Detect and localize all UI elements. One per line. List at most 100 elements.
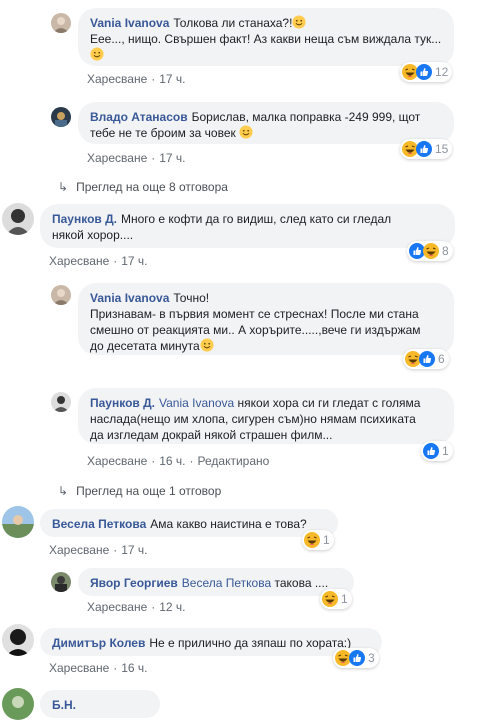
avatar-image-icon — [2, 624, 34, 656]
timestamp[interactable]: 16 ч. — [159, 454, 185, 468]
comment-actions: Харесване · 17 ч. — [49, 254, 148, 268]
smile-icon — [200, 338, 214, 352]
avatar[interactable] — [2, 688, 34, 720]
haha-icon — [304, 532, 320, 548]
comment-actions: Харесване · 16 ч. · Редактирано — [87, 454, 270, 468]
avatar-image-icon — [2, 203, 34, 235]
reactions-summary[interactable]: 8 — [407, 241, 453, 261]
comment-actions: Харесване · 17 ч. — [87, 72, 186, 86]
comment-actions: Харесване · 16 ч. — [49, 661, 148, 675]
timestamp[interactable]: 17 ч. — [121, 543, 147, 557]
timestamp[interactable]: 17 ч. — [159, 72, 185, 86]
avatar[interactable] — [51, 13, 71, 33]
comment-author[interactable]: Весела Петкова — [52, 517, 146, 531]
like-button[interactable]: Харесване — [87, 72, 147, 86]
avatar-image-icon — [51, 285, 71, 305]
mention-link[interactable]: Vania Ivanova — [159, 396, 234, 410]
like-button[interactable]: Харесване — [87, 151, 147, 165]
avatar[interactable] — [2, 506, 34, 538]
reaction-count: 8 — [442, 244, 449, 258]
comment-text-line: да изгледам докрай някой страшен филм... — [90, 428, 333, 442]
comment-text: такова .... — [274, 576, 329, 590]
view-more-replies-label: Преглед на още 1 отговор — [76, 484, 222, 498]
comment-text-line: Признавам- в първия момент се стреснах! … — [90, 307, 419, 321]
like-button[interactable]: Харесване — [87, 600, 147, 614]
comment-actions: Харесване · 17 ч. — [87, 151, 186, 165]
reaction-count: 1 — [442, 444, 449, 458]
comment-bubble: Явор Георгиев Весела Петкова такова .... — [78, 568, 354, 596]
comment-text-line: някой хорор.... — [52, 228, 134, 242]
like-icon — [416, 64, 432, 80]
comment-bubble: Паунков Д. Много е кофти да го видиш, сле… — [40, 204, 455, 248]
avatar[interactable] — [51, 107, 71, 127]
reaction-count: 3 — [368, 651, 375, 665]
comment-author[interactable]: Димитър Колев — [52, 636, 145, 650]
reactions-summary[interactable]: 12 — [400, 62, 453, 82]
comment-text: Много е кофти да го видиш, след като си … — [121, 212, 392, 226]
view-more-replies[interactable]: ↳ Преглед на още 8 отговора — [58, 180, 228, 194]
comment-author[interactable]: Б.Н. — [52, 698, 76, 712]
reaction-count: 1 — [323, 533, 330, 547]
edited-label[interactable]: Редактирано — [198, 454, 270, 468]
comment-text: Не е прилично да зяпаш по хората:) — [149, 636, 352, 650]
reactions-summary[interactable]: 1 — [302, 530, 334, 550]
timestamp[interactable]: 12 ч. — [159, 600, 185, 614]
comment-bubble: Весела Петкова Ама какво наистина е това? — [40, 509, 338, 537]
like-icon — [419, 351, 435, 367]
avatar-image-icon — [2, 506, 34, 538]
comment-text: Толкова ли станаха?! — [173, 16, 293, 30]
comment-text-line: Еее..., нищо. Свършен факт! Аз какви нещ… — [90, 32, 442, 46]
comment-author[interactable]: Явор Георгиев — [90, 576, 178, 590]
timestamp[interactable]: 16 ч. — [121, 661, 147, 675]
wink-icon — [239, 125, 253, 139]
reaction-count: 6 — [438, 352, 445, 366]
reactions-summary[interactable]: 3 — [333, 648, 379, 668]
timestamp[interactable]: 17 ч. — [121, 254, 147, 268]
comment-author[interactable]: Паунков Д. — [90, 396, 155, 410]
avatar[interactable] — [2, 203, 34, 235]
smile-icon — [292, 15, 306, 29]
smile-icon — [90, 47, 104, 61]
comment-bubble: Владо Атанасов Борислав, малка поправка -… — [78, 102, 454, 144]
view-more-replies[interactable]: ↳ Преглед на още 1 отговор — [58, 484, 221, 498]
reaction-count: 15 — [435, 142, 449, 156]
avatar-image-icon — [51, 107, 71, 127]
avatar[interactable] — [2, 624, 34, 656]
like-button[interactable]: Харесване — [87, 454, 147, 468]
timestamp[interactable]: 17 ч. — [159, 151, 185, 165]
reactions-summary[interactable]: 1 — [320, 589, 352, 609]
avatar[interactable] — [51, 572, 71, 592]
reply-arrow-icon: ↳ — [58, 180, 69, 194]
comment-text: Ама какво наистина е това? — [150, 517, 307, 531]
comment-actions: Харесване · 17 ч. — [49, 543, 148, 557]
reactions-summary[interactable]: 1 — [421, 441, 453, 461]
avatar[interactable] — [51, 285, 71, 305]
comment-author[interactable]: Vania Ivanova — [90, 16, 169, 30]
avatar-image-icon — [2, 688, 34, 720]
reactions-summary[interactable]: 6 — [403, 349, 449, 369]
comment-author[interactable]: Vania Ivanova — [90, 291, 169, 305]
like-button[interactable]: Харесване — [49, 254, 109, 268]
comment-text-line: тебе не те броим за човек — [90, 126, 236, 140]
comment-bubble: Паунков Д. Vania Ivanova някои хора си ги… — [78, 388, 454, 444]
avatar-image-icon — [51, 13, 71, 33]
reactions-summary[interactable]: 15 — [400, 139, 453, 159]
comment-actions: Харесване · 12 ч. — [87, 600, 186, 614]
mention-link[interactable]: Весела Петкова — [182, 576, 271, 590]
haha-icon — [322, 591, 338, 607]
like-button[interactable]: Харесване — [49, 661, 109, 675]
comment-bubble: Димитър Колев Не е прилично да зяпаш по х… — [40, 628, 382, 656]
comment-bubble: Б.Н. — [40, 690, 160, 718]
haha-icon — [423, 243, 439, 259]
like-button[interactable]: Харесване — [49, 543, 109, 557]
comment-text: някои хора си ги гледат с голяма — [237, 396, 421, 410]
view-more-replies-label: Преглед на още 8 отговора — [76, 180, 228, 194]
like-icon — [416, 141, 432, 157]
comment-text-line: наслада(нещо им хлопа, сигурен съм)но ня… — [90, 412, 416, 426]
comment-bubble: Vania Ivanova Точно! Признавам- в първия … — [78, 283, 454, 355]
comment-author[interactable]: Владо Атанасов — [90, 110, 188, 124]
like-icon — [349, 650, 365, 666]
comment-text: Точно! — [173, 291, 210, 305]
comment-author[interactable]: Паунков Д. — [52, 212, 117, 226]
avatar[interactable] — [51, 392, 71, 412]
